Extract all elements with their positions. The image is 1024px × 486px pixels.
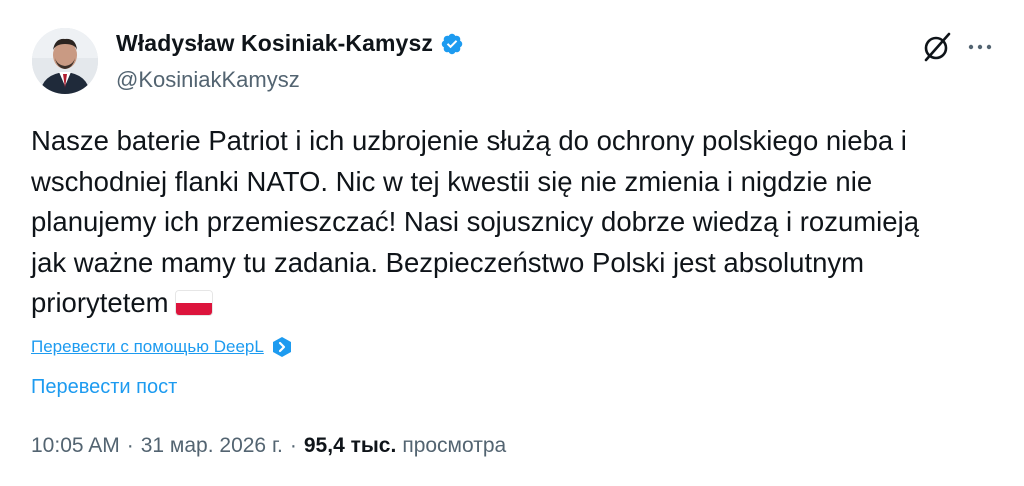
deepl-icon[interactable] — [271, 336, 293, 358]
grok-icon[interactable] — [921, 31, 953, 63]
avatar-photo — [32, 28, 98, 94]
tweet-card: Władysław Kosiniak-Kamysz @KosiniakKamys… — [0, 0, 1024, 486]
tweet-time[interactable]: 10:05 AM — [31, 434, 120, 458]
views-label: просмотра — [402, 434, 507, 457]
deepl-translate-link[interactable]: Перевести с помощью DeepL — [31, 337, 264, 357]
verified-badge-icon[interactable] — [440, 32, 464, 56]
meta-separator: · — [289, 434, 297, 457]
tweet-meta: 10:05 AM · 31 мар. 2026 г. · 95,4 тыс. п… — [31, 434, 506, 458]
author-name-row: Władysław Kosiniak-Kamysz — [116, 30, 464, 57]
tweet-body: Nasze baterie Patriot i ich uzbrojenie s… — [31, 125, 919, 318]
translate-post-link[interactable]: Перевести пост — [31, 376, 177, 399]
author-name[interactable]: Władysław Kosiniak-Kamysz — [116, 30, 433, 57]
tweet-date[interactable]: 31 мар. 2026 г. — [141, 434, 283, 458]
author-handle[interactable]: @KosiniakKamysz — [116, 67, 300, 93]
more-options-icon[interactable] — [966, 37, 994, 57]
meta-separator: · — [126, 434, 134, 457]
deepl-translate-row: Перевести с помощью DeepL — [31, 336, 293, 358]
avatar[interactable] — [32, 28, 98, 94]
tweet-text: Nasze baterie Patriot i ich uzbrojenie s… — [31, 121, 1006, 324]
poland-flag-emoji — [174, 290, 213, 316]
views-count: 95,4 тыс. — [303, 434, 397, 457]
